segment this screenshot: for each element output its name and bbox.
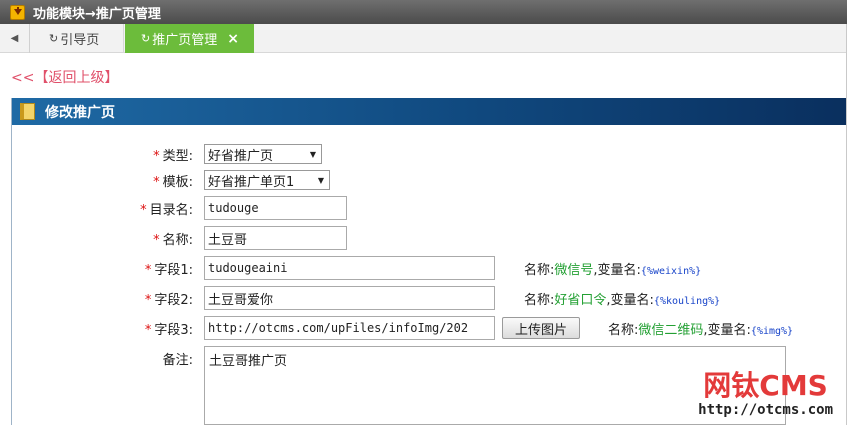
- tab-bar: ◀ ↻ 引导页 ↻ 推广页管理 ×: [0, 24, 847, 53]
- template-select[interactable]: 好省推广单页1 ▼: [204, 170, 330, 190]
- field3-row: * 字段3: http://otcms.com/upFiles/infoImg/2…: [12, 316, 847, 340]
- tab-guide-page[interactable]: ↻ 引导页: [31, 24, 124, 53]
- note-label: 备注:: [162, 352, 193, 368]
- template-row: * 模板: 好省推广单页1 ▼: [12, 168, 847, 192]
- tab-label: 推广页管理: [152, 33, 218, 48]
- field2-input[interactable]: 土豆哥爱你: [204, 286, 495, 310]
- field1-input[interactable]: tudougeaini: [204, 256, 495, 280]
- name-row: * 名称: 土豆哥: [12, 226, 847, 250]
- title-bar: 功能模块→推广页管理: [0, 0, 847, 24]
- download-icon: [10, 4, 25, 20]
- book-icon: [20, 103, 35, 120]
- chevron-left-icon: ◀: [10, 33, 19, 44]
- tab-promo-page-manage[interactable]: ↻ 推广页管理 ×: [125, 24, 254, 53]
- field1-row: * 字段1: tudougeaini 名称:微信号,变量名:{%weixin%}: [12, 256, 847, 280]
- chevron-down-icon: ▼: [317, 175, 324, 185]
- type-select[interactable]: 好省推广页 ▼: [204, 144, 322, 164]
- field1-hint: 名称:微信号,变量名:{%weixin%}: [524, 262, 702, 278]
- dir-input[interactable]: tudouge: [204, 196, 347, 220]
- panel-title: 修改推广页: [45, 104, 115, 121]
- tab-label: 引导页: [60, 33, 100, 48]
- type-label: * 类型:: [153, 148, 193, 164]
- watermark-url: http://otcms.com: [698, 402, 833, 418]
- field2-row: * 字段2: 土豆哥爱你 名称:好省口令,变量名:{%kouling%}: [12, 286, 847, 310]
- name-label: * 名称:: [153, 232, 193, 248]
- page-title: 功能模块→推广页管理: [33, 6, 161, 22]
- field2-label: * 字段2:: [144, 292, 193, 308]
- field2-hint: 名称:好省口令,变量名:{%kouling%}: [524, 292, 721, 308]
- template-label: * 模板:: [153, 174, 193, 190]
- close-icon[interactable]: ×: [227, 31, 239, 47]
- back-link[interactable]: <<【返回上级】: [11, 67, 118, 87]
- dir-row: * 目录名: tudouge: [12, 196, 847, 220]
- field1-label: * 字段1:: [144, 262, 193, 278]
- field3-label: * 字段3:: [144, 322, 193, 338]
- refresh-icon: ↻: [141, 32, 151, 45]
- dir-label: * 目录名:: [140, 202, 193, 218]
- refresh-icon: ↻: [49, 32, 59, 45]
- field3-input[interactable]: http://otcms.com/upFiles/infoImg/202: [204, 316, 495, 340]
- chevron-down-icon: ▼: [309, 149, 316, 159]
- upload-image-button[interactable]: 上传图片: [502, 317, 580, 339]
- name-input[interactable]: 土豆哥: [204, 226, 347, 250]
- watermark-logo: 网钛CMS http://otcms.com: [698, 364, 833, 418]
- field3-hint: 名称:微信二维码,变量名:{%img%}: [608, 322, 794, 338]
- watermark-brand: 网钛CMS: [703, 369, 828, 402]
- tab-scroll-left-button[interactable]: ◀: [0, 24, 30, 53]
- type-row: * 类型: 好省推广页 ▼: [12, 142, 847, 166]
- panel-header: 修改推广页: [12, 98, 847, 125]
